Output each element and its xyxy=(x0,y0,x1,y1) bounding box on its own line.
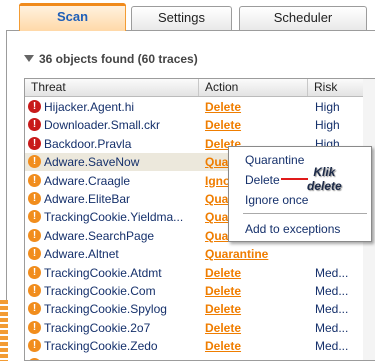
menu-item-quarantine[interactable]: Quarantine xyxy=(245,153,304,167)
risk-level: Med... xyxy=(315,302,349,317)
summary-text: 36 objects found (60 traces) xyxy=(39,52,198,66)
column-header-risk[interactable]: Risk xyxy=(308,79,364,96)
exclamation-red-icon: ! xyxy=(28,118,41,132)
exclamation-red-icon: ! xyxy=(28,136,41,150)
menu-item-delete[interactable]: Delete xyxy=(245,173,280,187)
threat-name: TrackingCookie.Paypopup xyxy=(44,358,202,360)
table-row[interactable]: ! TrackingCookie.Spylog Delete Med... xyxy=(25,300,375,318)
column-header-threat[interactable]: Threat xyxy=(25,79,199,96)
exclamation-orange-icon: ! xyxy=(28,320,41,334)
exclamation-orange-icon: ! xyxy=(28,302,41,316)
threat-name: TrackingCookie.Zedo xyxy=(44,339,158,354)
annotation-pointer xyxy=(281,178,308,180)
threat-name: TrackingCookie.2o7 xyxy=(44,320,151,335)
table-row[interactable]: ! Downloader.Small.ckr Delete High xyxy=(25,116,375,134)
action-link[interactable]: Delete xyxy=(205,321,245,335)
threat-name: Adware.Craagle xyxy=(44,173,131,188)
annotation-line-1: Klik xyxy=(313,165,336,179)
threat-name: TrackingCookie.Yieldma... xyxy=(44,210,184,225)
risk-level: Med... xyxy=(315,284,349,298)
annotation-line-2: delete xyxy=(307,179,342,193)
triangle-down-icon xyxy=(24,55,34,62)
table-row[interactable]: ! Adware.Altnet Quarantine xyxy=(25,245,375,263)
exclamation-red-icon: ! xyxy=(28,100,41,113)
threat-name: Adware.EliteBar xyxy=(44,192,131,206)
risk-level: High xyxy=(315,100,340,114)
menu-item-ignore-once[interactable]: Ignore once xyxy=(245,193,308,207)
annotation-label: Klik delete xyxy=(307,165,342,193)
threat-name: Backdoor.Pravla xyxy=(44,136,132,151)
exclamation-orange-icon: ! xyxy=(28,228,41,242)
table-row[interactable]: !TrackingCookie.PaypopupDelete Med... xyxy=(25,356,375,360)
menu-separator xyxy=(243,213,367,214)
action-link[interactable]: Quarantine xyxy=(205,247,293,261)
threat-name: Adware.SaveNow xyxy=(44,155,140,170)
table-row[interactable]: ! Hijacker.Agent.hi Delete High xyxy=(25,98,375,116)
table-header: Threat Action Risk xyxy=(25,79,375,97)
threat-name: TrackingCookie.Com xyxy=(44,284,156,298)
table-row[interactable]: ! TrackingCookie.2o7 Delete Med... xyxy=(25,319,375,337)
action-link[interactable]: Delete xyxy=(205,100,245,114)
table-row[interactable]: ! TrackingCookie.Com Delete Med... xyxy=(25,282,375,300)
decorative-strip xyxy=(0,300,8,361)
exclamation-orange-icon: ! xyxy=(28,192,41,205)
threat-name: TrackingCookie.Spylog xyxy=(44,302,167,317)
exclamation-orange-icon: ! xyxy=(28,339,41,353)
risk-level: Med... xyxy=(315,358,348,360)
exclamation-orange-icon: ! xyxy=(28,284,41,297)
action-link[interactable]: Delete xyxy=(205,302,245,316)
action-link[interactable]: Delete xyxy=(205,284,245,298)
tab-settings[interactable]: Settings xyxy=(131,6,232,30)
risk-level: Med... xyxy=(315,265,349,280)
tab-scan[interactable]: Scan xyxy=(19,3,126,31)
exclamation-orange-icon: ! xyxy=(28,247,41,261)
risk-level: Med... xyxy=(315,320,349,335)
exclamation-orange-icon: ! xyxy=(28,265,41,279)
table-row[interactable]: ! TrackingCookie.Zedo Delete Med... xyxy=(25,337,375,355)
menu-item-add-to-exceptions[interactable]: Add to exceptions xyxy=(245,222,340,236)
action-link[interactable]: Delete xyxy=(205,118,245,132)
exclamation-orange-icon: ! xyxy=(28,357,41,360)
threat-name: TrackingCookie.Atdmt xyxy=(44,265,162,280)
risk-level: High xyxy=(315,118,340,133)
tab-scheduler[interactable]: Scheduler xyxy=(239,6,367,30)
tab-bar: Scan Settings Scheduler xyxy=(0,0,375,31)
table-row[interactable]: ! TrackingCookie.Atdmt Delete Med... xyxy=(25,264,375,282)
exclamation-orange-icon: ! xyxy=(28,155,41,169)
action-link[interactable]: Delete xyxy=(205,339,245,353)
column-header-action[interactable]: Action xyxy=(199,79,308,96)
exclamation-orange-icon: ! xyxy=(28,210,41,224)
scan-summary[interactable]: 36 objects found (60 traces) xyxy=(24,52,198,66)
action-link[interactable]: Delete xyxy=(205,266,245,280)
threat-name: Downloader.Small.ckr xyxy=(44,118,161,133)
risk-level: Med... xyxy=(315,339,349,354)
exclamation-orange-icon: ! xyxy=(28,173,41,187)
threat-name: Adware.Altnet xyxy=(44,247,119,262)
action-link[interactable]: Delete xyxy=(205,358,245,360)
threat-name: Adware.SearchPage xyxy=(44,228,155,243)
context-menu: Quarantine Delete Ignore once Add to exc… xyxy=(228,146,372,242)
threat-name: Hijacker.Agent.hi xyxy=(44,100,135,114)
